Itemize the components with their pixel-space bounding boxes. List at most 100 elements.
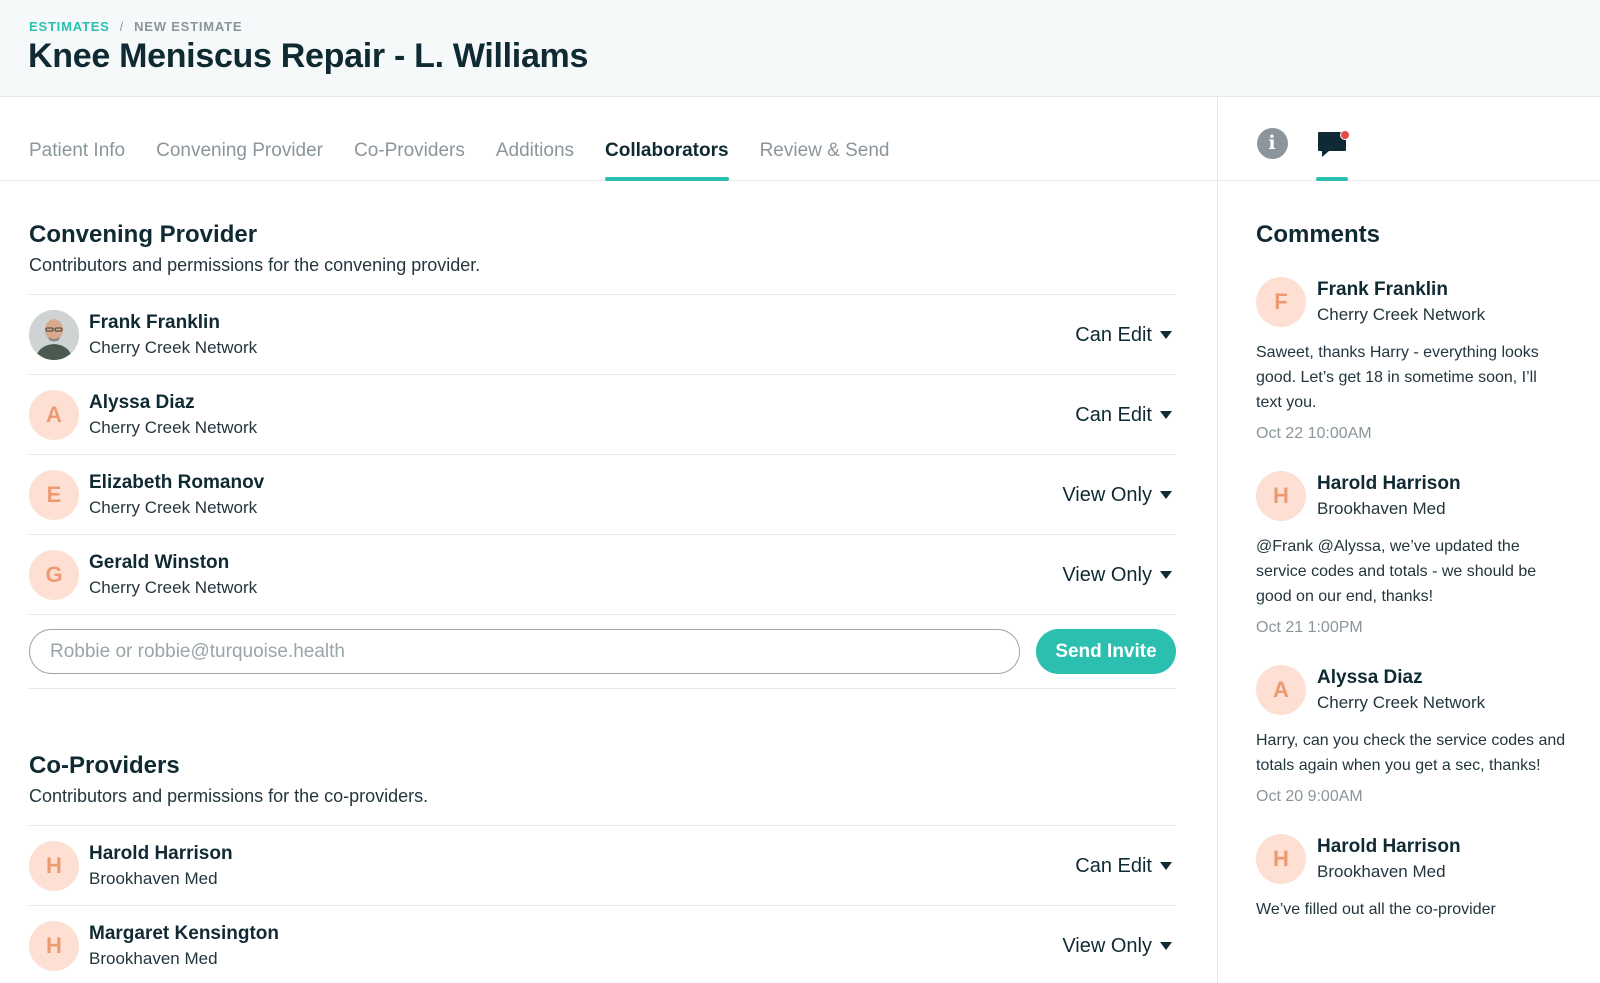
permission-label: View Only [1062, 483, 1152, 506]
avatar: H [1256, 471, 1306, 521]
page-title: Knee Meniscus Repair - L. Williams [28, 37, 589, 75]
comment-author: Harold Harrison Brookhaven Med [1317, 473, 1461, 519]
permission-dropdown[interactable]: Can Edit [1075, 375, 1172, 455]
comment-author-org: Brookhaven Med [1317, 499, 1446, 518]
comment-header: H Harold Harrison Brookhaven Med [1256, 471, 1566, 521]
comment-header: F Frank Franklin Cherry Creek Network [1256, 277, 1566, 327]
permission-label: Can Edit [1075, 323, 1152, 346]
avatar: H [1256, 834, 1306, 884]
permission-dropdown[interactable]: Can Edit [1075, 826, 1172, 906]
info-icon: i [1256, 127, 1288, 159]
comment-text: Harry, can you check the service codes a… [1256, 732, 1566, 774]
tab-patient-info[interactable]: Patient Info [29, 97, 125, 181]
collaborator-row: H Harold Harrison Brookhaven Med Can Edi… [29, 826, 1176, 906]
permission-label: Can Edit [1075, 403, 1152, 426]
permission-dropdown[interactable]: Can Edit [1075, 295, 1172, 375]
collaborator-info: Frank Franklin Cherry Creek Network [89, 312, 257, 358]
comment-timestamp: Oct 20 9:00AM [1256, 788, 1363, 805]
side-panel-divider [1217, 97, 1218, 983]
comment-text: Saweet, thanks Harry - everything looks … [1256, 344, 1539, 411]
tab-convening-provider[interactable]: Convening Provider [156, 97, 323, 181]
comment-author-name: Alyssa Diaz [1317, 667, 1423, 688]
caret-down-icon [1160, 491, 1172, 499]
comment-header: A Alyssa Diaz Cherry Creek Network [1256, 665, 1566, 715]
comment-author-name: Harold Harrison [1317, 836, 1461, 857]
comment: H Harold Harrison Brookhaven Med We’ve f… [1256, 834, 1566, 922]
avatar: F [1256, 277, 1306, 327]
collaborator-name: Frank Franklin [89, 311, 220, 333]
breadcrumb-separator: / [119, 19, 125, 34]
collaborator-row: E Elizabeth Romanov Cherry Creek Network… [29, 455, 1176, 535]
send-invite-button[interactable]: Send Invite [1036, 629, 1176, 674]
tab-bar: Patient Info Convening Provider Co-Provi… [29, 97, 889, 181]
permission-dropdown[interactable]: View Only [1062, 535, 1172, 615]
collaborator-org: Cherry Creek Network [89, 337, 258, 357]
user-photo-icon [29, 309, 79, 360]
tab-additions[interactable]: Additions [496, 97, 574, 181]
side-panel-tabs: i [1256, 97, 1350, 181]
breadcrumb-estimates-link[interactable]: ESTIMATES [29, 19, 110, 34]
comments-panel: Comments F Frank Franklin Cherry Creek N… [1256, 181, 1566, 922]
breadcrumb-current: NEW ESTIMATE [134, 19, 243, 34]
collaborator-name: Alyssa Diaz [89, 391, 195, 413]
comment: A Alyssa Diaz Cherry Creek Network Harry… [1256, 665, 1566, 806]
invite-input[interactable] [29, 629, 1020, 674]
collaborator-org: Brookhaven Med [89, 948, 218, 968]
caret-down-icon [1160, 411, 1172, 419]
comment-timestamp: Oct 21 1:00PM [1256, 619, 1363, 636]
comments-tab[interactable] [1316, 97, 1350, 181]
collaborator-info: Harold Harrison Brookhaven Med [89, 843, 233, 889]
breadcrumb: ESTIMATES / NEW ESTIMATE [29, 19, 242, 34]
avatar: H [29, 840, 79, 891]
comment-author: Harold Harrison Brookhaven Med [1317, 836, 1461, 882]
collaborator-name: Elizabeth Romanov [89, 471, 265, 493]
comment-text: @Frank @Alyssa, we’ve updated the servic… [1256, 538, 1537, 605]
invite-row: Send Invite [29, 615, 1176, 689]
notification-dot [1340, 130, 1350, 140]
caret-down-icon [1160, 862, 1172, 870]
collaborator-name: Harold Harrison [89, 842, 233, 864]
collaborator-org: Cherry Creek Network [89, 497, 258, 517]
permission-label: Can Edit [1075, 854, 1152, 877]
collaborators-content: Convening Provider Contributors and perm… [29, 181, 1176, 983]
collaborator-org: Brookhaven Med [89, 868, 218, 888]
permission-dropdown[interactable]: View Only [1062, 906, 1172, 983]
caret-down-icon [1160, 571, 1172, 579]
comment-author: Alyssa Diaz Cherry Creek Network [1317, 667, 1485, 713]
co-providers-section-title: Co-Providers [29, 752, 180, 779]
co-provider-collaborator-list: H Harold Harrison Brookhaven Med Can Edi… [29, 825, 1176, 983]
info-tab[interactable]: i [1256, 97, 1288, 181]
comment-author-org: Brookhaven Med [1317, 862, 1446, 881]
avatar: E [29, 469, 79, 520]
tab-co-providers[interactable]: Co-Providers [354, 97, 465, 181]
collaborator-info: Elizabeth Romanov Cherry Creek Network [89, 472, 264, 518]
collaborator-name: Gerald Winston [89, 551, 230, 573]
caret-down-icon [1160, 331, 1172, 339]
co-providers-section: Co-Providers Contributors and permission… [29, 752, 1176, 983]
collaborator-info: Gerald Winston Cherry Creek Network [89, 552, 257, 598]
permission-label: View Only [1062, 934, 1152, 957]
permission-dropdown[interactable]: View Only [1062, 455, 1172, 535]
comment: F Frank Franklin Cherry Creek Network Sa… [1256, 277, 1566, 443]
avatar: G [29, 549, 79, 600]
comment: H Harold Harrison Brookhaven Med @Frank … [1256, 471, 1566, 637]
convening-section-title: Convening Provider [29, 221, 258, 248]
avatar: H [29, 920, 79, 971]
comment-timestamp: Oct 22 10:00AM [1256, 425, 1372, 442]
collaborator-row: A Alyssa Diaz Cherry Creek Network Can E… [29, 375, 1176, 455]
permission-label: View Only [1062, 563, 1152, 586]
tab-collaborators[interactable]: Collaborators [605, 97, 729, 181]
collaborator-info: Margaret Kensington Brookhaven Med [89, 923, 279, 969]
comment-author-name: Harold Harrison [1317, 473, 1461, 494]
collaborator-row: G Gerald Winston Cherry Creek Network Vi… [29, 535, 1176, 615]
comment-author-org: Cherry Creek Network [1317, 693, 1486, 712]
tab-review-send[interactable]: Review & Send [760, 97, 890, 181]
collaborator-name: Margaret Kensington [89, 922, 280, 944]
avatar: A [1256, 665, 1306, 715]
collaborator-row: Frank Franklin Cherry Creek Network Can … [29, 295, 1176, 375]
convening-provider-section: Convening Provider Contributors and perm… [29, 221, 1176, 689]
comment-header: H Harold Harrison Brookhaven Med [1256, 834, 1566, 884]
comment-author-name: Frank Franklin [1317, 279, 1448, 300]
comments-title: Comments [1256, 221, 1381, 248]
comment-text: We’ve filled out all the co-provider [1256, 901, 1496, 918]
